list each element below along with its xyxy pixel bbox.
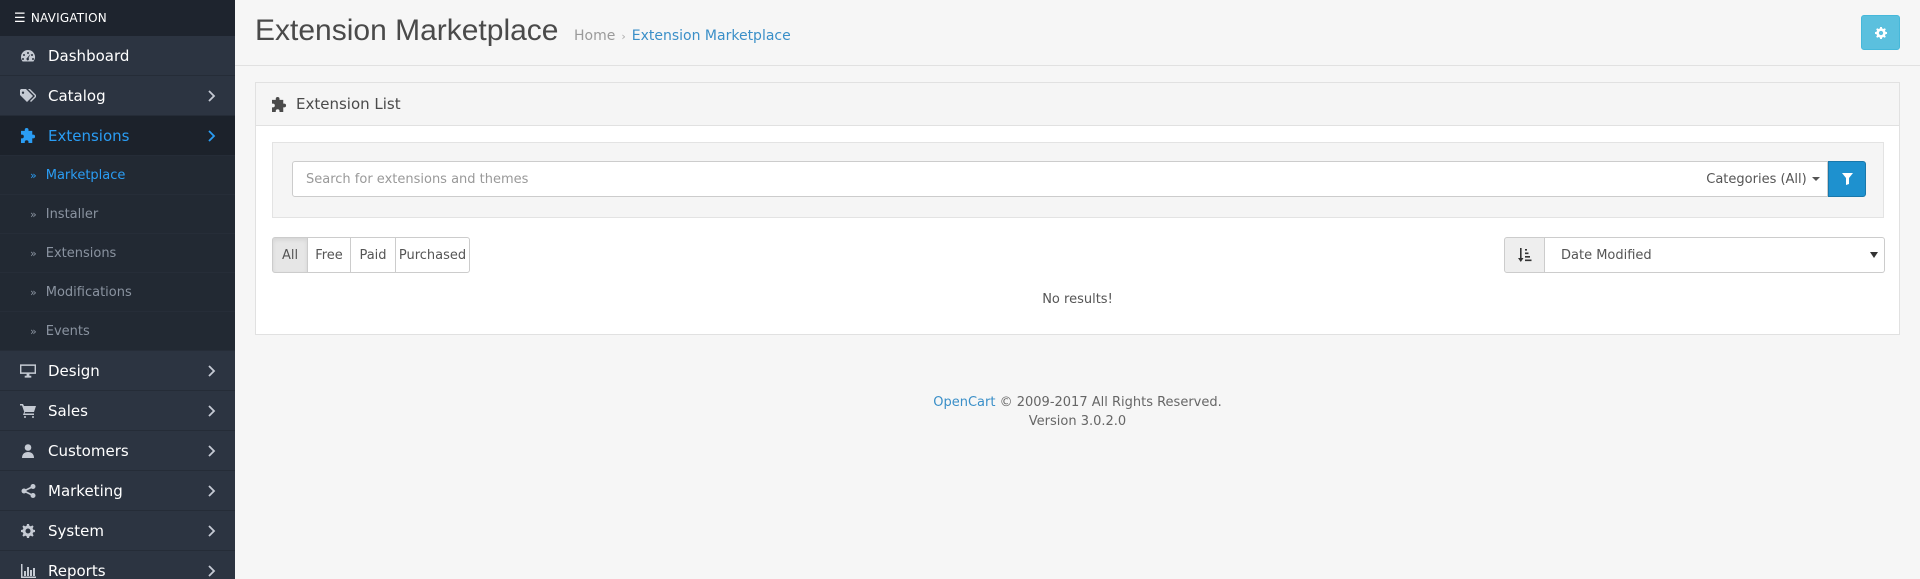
- sidebar-item-label: Marketing: [48, 481, 123, 500]
- filter-purchased-button[interactable]: Purchased: [395, 237, 470, 273]
- sidebar-subitem-events[interactable]: » Events: [0, 312, 235, 351]
- select-arrow-icon: [1870, 252, 1878, 258]
- puzzle-icon: [272, 96, 287, 112]
- sidebar-item-customers[interactable]: Customers: [0, 431, 235, 471]
- breadcrumb: Home › Extension Marketplace: [574, 28, 791, 44]
- double-chevron-icon: »: [30, 207, 37, 221]
- gear-icon: [20, 523, 36, 539]
- bar-chart-icon: [20, 563, 36, 579]
- extension-list-panel: Extension List Categories (All) All Free…: [255, 82, 1900, 335]
- sidebar-item-label: System: [48, 521, 104, 540]
- double-chevron-icon: »: [30, 324, 37, 338]
- tags-icon: [20, 88, 36, 104]
- filter-free-button[interactable]: Free: [307, 237, 351, 273]
- categories-label: Categories (All): [1706, 171, 1807, 187]
- chevron-right-icon: [208, 405, 216, 417]
- sidebar-subitem-modifications[interactable]: » Modifications: [0, 273, 235, 312]
- settings-button[interactable]: [1861, 15, 1900, 50]
- filter-button[interactable]: [1828, 161, 1866, 197]
- sidebar-subitem-extensions[interactable]: » Extensions: [0, 234, 235, 273]
- sidebar-item-label: Design: [48, 361, 100, 380]
- double-chevron-icon: »: [30, 285, 37, 299]
- navigation-header-label: NAVIGATION: [30, 11, 107, 25]
- monitor-icon: [20, 363, 36, 379]
- sidebar-item-label: Catalog: [48, 86, 106, 105]
- sidebar-item-label: Extensions: [48, 126, 130, 145]
- sort-select[interactable]: Date Modified: [1545, 237, 1885, 273]
- panel-title: Extension List: [296, 95, 401, 113]
- sidebar-item-label: Reports: [48, 561, 106, 579]
- search-well: Categories (All): [272, 142, 1884, 218]
- sidebar-item-dashboard[interactable]: Dashboard: [0, 36, 235, 76]
- sidebar-item-sales[interactable]: Sales: [0, 391, 235, 431]
- user-icon: [20, 443, 36, 459]
- sidebar-item-reports[interactable]: Reports: [0, 551, 235, 579]
- share-icon: [20, 483, 36, 499]
- opencart-link[interactable]: OpenCart: [933, 395, 995, 410]
- sidebar-subitem-installer[interactable]: » Installer: [0, 195, 235, 234]
- sidebar-subitem-label: Marketplace: [45, 167, 126, 183]
- sidebar-subitem-label: Events: [45, 323, 90, 339]
- chevron-right-icon: [208, 90, 216, 102]
- sidebar-item-label: Sales: [48, 401, 88, 420]
- filter-icon: [1841, 173, 1853, 185]
- page-header: Extension Marketplace Home › Extension M…: [235, 0, 1920, 66]
- double-chevron-icon: »: [30, 246, 37, 260]
- footer: OpenCart © 2009-2017 All Rights Reserved…: [235, 393, 1920, 431]
- sidebar-subitem-label: Modifications: [45, 284, 132, 300]
- sidebar-subitem-label: Installer: [45, 206, 99, 222]
- sort-selected-value: Date Modified: [1561, 247, 1652, 263]
- chevron-right-icon: [208, 130, 216, 142]
- sidebar-item-label: Dashboard: [48, 46, 130, 65]
- sidebar-item-marketing[interactable]: Marketing: [0, 471, 235, 511]
- gear-icon: [1874, 26, 1887, 39]
- sidebar-subitem-label: Extensions: [45, 245, 117, 261]
- filter-paid-button[interactable]: Paid: [350, 237, 396, 273]
- navigation-header[interactable]: ☰ NAVIGATION: [0, 0, 235, 36]
- caret-down-icon: [1811, 177, 1820, 181]
- double-chevron-icon: »: [30, 168, 37, 182]
- dashboard-icon: [20, 48, 36, 64]
- filter-all-button[interactable]: All: [272, 237, 308, 273]
- chevron-right-icon: [208, 365, 216, 377]
- chevron-right-icon: [208, 565, 216, 577]
- panel-heading: Extension List: [256, 83, 1899, 126]
- sidebar: ☰ NAVIGATION Dashboard Catalog Extension…: [0, 0, 235, 579]
- hamburger-icon: ☰: [14, 10, 26, 26]
- sort-group: Date Modified: [1504, 237, 1885, 273]
- sort-amount-icon: [1504, 237, 1545, 273]
- sidebar-item-extensions[interactable]: Extensions: [0, 116, 235, 156]
- puzzle-icon: [20, 128, 36, 144]
- no-results-message: No results!: [1042, 292, 1113, 307]
- footer-copyright: © 2009-2017 All Rights Reserved.: [995, 395, 1222, 410]
- license-filter-group: All Free Paid Purchased: [272, 237, 470, 273]
- page-title: Extension Marketplace: [255, 14, 559, 47]
- sidebar-item-label: Customers: [48, 441, 129, 460]
- sidebar-item-catalog[interactable]: Catalog: [0, 76, 235, 116]
- chevron-right-icon: [208, 445, 216, 457]
- footer-copyright-line: OpenCart © 2009-2017 All Rights Reserved…: [235, 393, 1920, 412]
- breadcrumb-separator: ›: [621, 29, 626, 43]
- cart-icon: [20, 403, 36, 419]
- categories-dropdown-button[interactable]: Categories (All): [1699, 161, 1828, 197]
- footer-version: Version 3.0.2.0: [1028, 414, 1127, 429]
- search-input[interactable]: [292, 161, 1700, 197]
- breadcrumb-home-link[interactable]: Home: [574, 28, 615, 44]
- sidebar-item-design[interactable]: Design: [0, 351, 235, 391]
- breadcrumb-current-link[interactable]: Extension Marketplace: [632, 28, 791, 44]
- sidebar-subitem-marketplace[interactable]: » Marketplace: [0, 156, 235, 195]
- chevron-right-icon: [208, 485, 216, 497]
- sidebar-item-system[interactable]: System: [0, 511, 235, 551]
- extensions-submenu: » Marketplace » Installer » Extensions »…: [0, 156, 235, 351]
- chevron-right-icon: [208, 525, 216, 537]
